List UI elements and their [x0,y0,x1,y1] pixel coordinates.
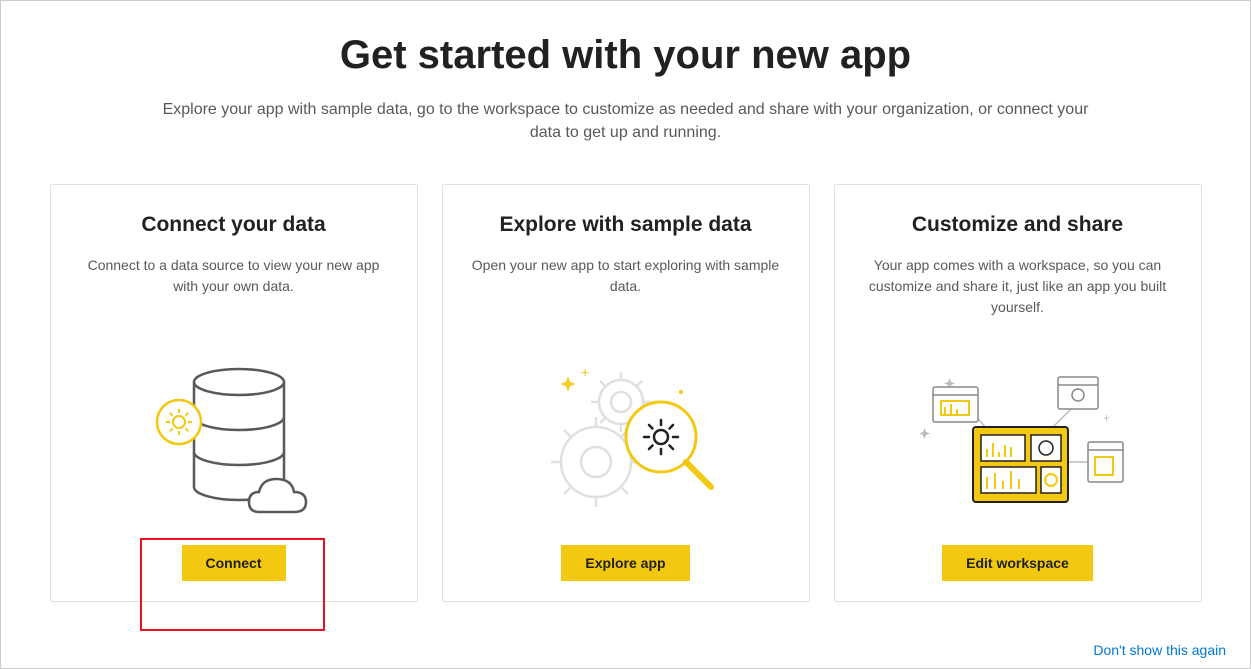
card-title: Customize and share [912,213,1123,237]
card-title: Connect your data [141,213,325,237]
database-illustration-icon [75,339,393,545]
card-description: Open your new app to start exploring wit… [467,255,785,319]
card-description: Your app comes with a workspace, so you … [859,255,1177,319]
cards-container: Connect your data Connect to a data sour… [49,184,1202,602]
card-title: Explore with sample data [499,213,751,237]
card-description: Connect to a data source to view your ne… [75,255,393,319]
edit-workspace-button[interactable]: Edit workspace [942,545,1093,581]
card-explore-sample: Explore with sample data Open your new a… [442,184,810,602]
get-started-dialog: Get started with your new app Explore yo… [1,1,1250,622]
dont-show-again-link[interactable]: Don't show this again [1093,642,1226,658]
dashboard-illustration-icon: + [859,339,1177,545]
svg-text:+: + [1103,411,1110,425]
explore-app-button[interactable]: Explore app [561,545,689,581]
svg-text:+: + [581,364,589,380]
connect-button[interactable]: Connect [182,545,286,581]
page-subtitle: Explore your app with sample data, go to… [156,98,1096,144]
card-connect-data: Connect your data Connect to a data sour… [50,184,418,602]
card-customize-share: Customize and share Your app comes with … [834,184,1202,602]
page-title: Get started with your new app [340,33,911,78]
gears-magnifier-illustration-icon: + [467,339,785,545]
